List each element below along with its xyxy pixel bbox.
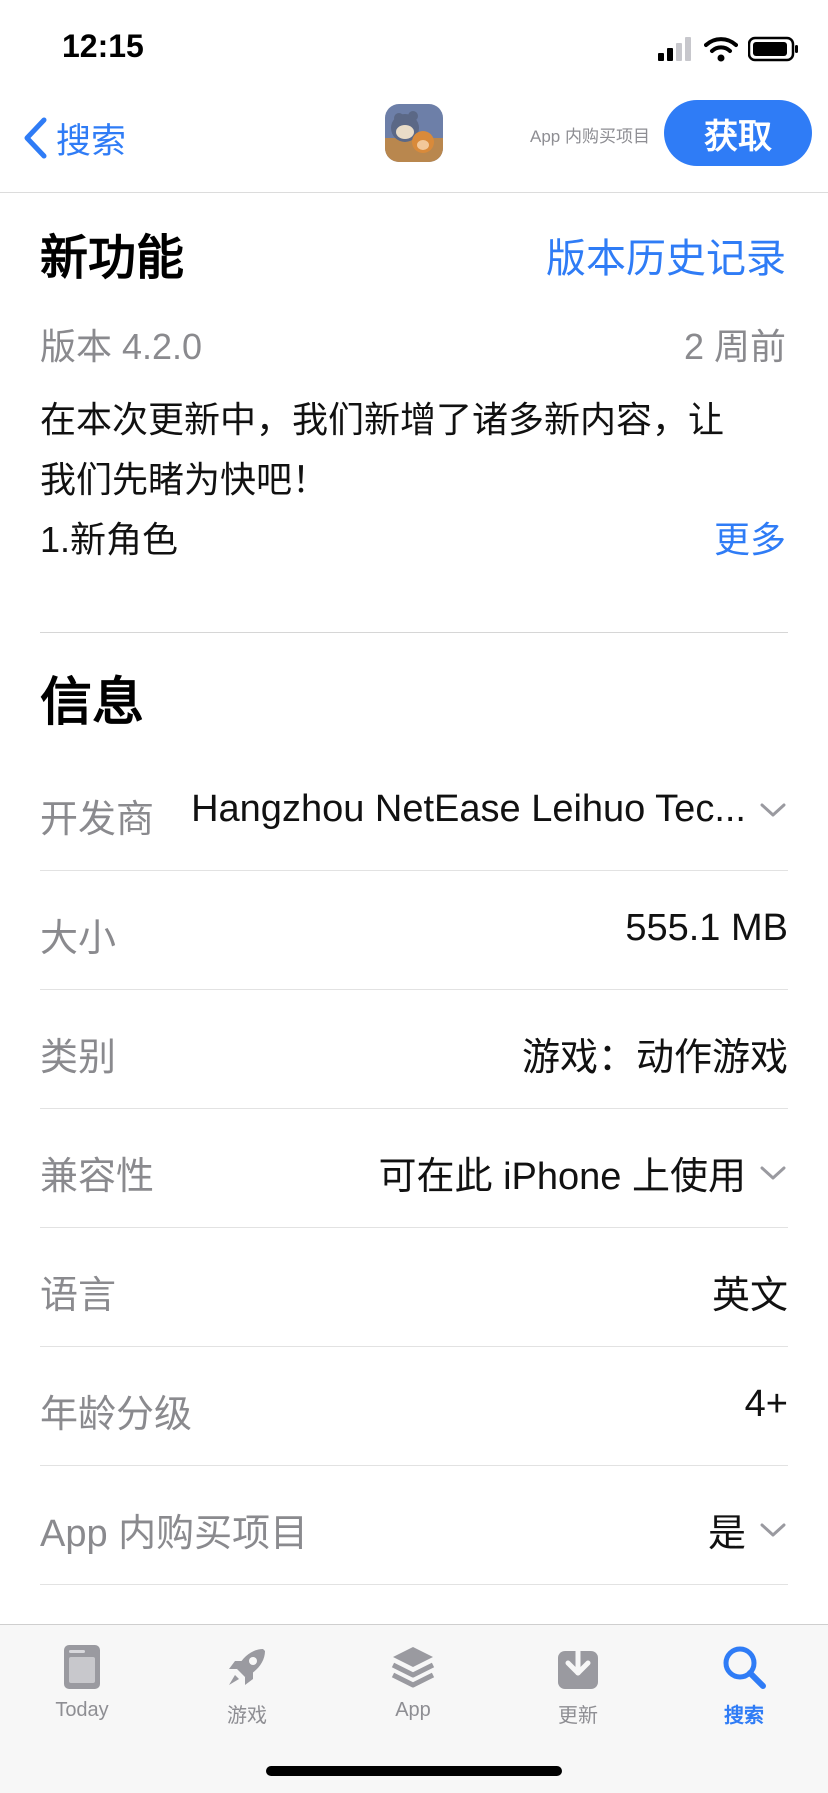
status-bar: 12:15 [0,0,828,96]
info-value: 555.1 MB [625,907,788,949]
release-notes-line: 在本次更新中，我们新增了诸多新内容，让 [40,399,725,440]
app-detail-content: 新功能 版本历史记录 版本 4.2.0 2 周前 在本次更新中，我们新增了诸多新… [0,192,828,570]
chevron-left-icon [24,117,47,159]
info-value: 可在此 iPhone 上使用 [379,1145,786,1200]
tab-search[interactable]: 搜索 [684,1643,804,1728]
more-link[interactable]: 更多 [714,510,786,570]
whats-new-title: 新功能 [40,232,185,285]
tab-label: App [395,1699,431,1721]
info-label: App 内购买项目 [40,1513,309,1555]
chevron-down-icon [760,1166,786,1179]
version-number: 版本 4.2.0 [40,326,203,367]
back-button[interactable]: 搜索 [22,108,126,168]
info-value-text: 是 [707,1513,746,1555]
battery-icon [748,36,798,62]
download-icon [558,1643,598,1689]
tab-label: 游戏 [227,1705,267,1727]
tab-today[interactable]: Today [22,1643,142,1722]
info-label: 语言 [40,1275,117,1317]
version-history-link[interactable]: 版本历史记录 [546,226,786,284]
version-date: 2 周前 [683,326,786,367]
info-value: Hangzhou NetEase Leihuo Tec... [191,788,786,831]
info-label: 大小 [40,918,117,960]
release-notes-line: 我们先睹为快吧！ [40,459,329,500]
version-row: 版本 4.2.0 2 周前 [0,312,828,370]
info-row-compatibility[interactable]: 兼容性 可在此 iPhone 上使用 [40,1109,788,1228]
info-row-size: 大小 555.1 MB [40,871,788,990]
tab-updates[interactable]: 更新 [518,1643,638,1728]
tab-apps[interactable]: App [353,1643,473,1722]
status-icons [658,36,800,62]
apps-stack-icon [391,1647,435,1688]
status-time: 12:15 [62,28,144,64]
release-notes-last-line: 1.新角色 更多 [40,510,788,570]
information-title: 信息 [40,674,145,732]
get-button[interactable]: 获取 [664,100,812,166]
release-notes: 在本次更新中，我们新增了诸多新内容，让 我们先睹为快吧！ 1.新角色 更多 [40,390,788,570]
info-value: 4+ [744,1383,788,1425]
info-row-age-rating: 年龄分级 4+ [40,1347,788,1466]
today-icon [64,1645,100,1689]
rocket-icon [229,1649,265,1685]
info-value-text: Hangzhou NetEase Leihuo Tec... [191,788,746,830]
tab-label: Today [55,1699,109,1721]
info-label: 开发商 [40,799,155,841]
info-label: 类别 [40,1037,117,1079]
info-label: 兼容性 [40,1156,155,1198]
back-button-label: 搜索 [56,121,127,161]
info-row-developer[interactable]: 开发商 Hangzhou NetEase Leihuo Tec... [40,752,788,871]
tab-label: 搜索 [724,1705,764,1727]
chevron-down-icon [760,803,786,816]
info-value: 游戏：动作游戏 [521,1037,788,1079]
info-value: 是 [708,1502,786,1557]
info-value-text: 可在此 iPhone 上使用 [378,1156,746,1198]
tab-games[interactable]: 游戏 [187,1643,307,1728]
app-icon [385,104,443,162]
info-row-in-app-purchases[interactable]: App 内购买项目 是 [40,1466,788,1585]
home-indicator[interactable] [266,1766,562,1776]
search-icon [723,1646,766,1689]
cellular-signal-icon [658,37,691,61]
chevron-down-icon [760,1523,786,1536]
info-value: 英文 [711,1275,788,1317]
tab-label: 更新 [558,1705,598,1727]
info-row-category: 类别 游戏：动作游戏 [40,990,788,1109]
info-row-language: 语言 英文 [40,1228,788,1347]
section-divider [40,632,788,633]
info-label: 年龄分级 [40,1394,193,1436]
release-notes-line: 1.新角色 [40,519,179,560]
navigation-bar: 搜索 App 内购买项目 获取 [0,96,828,193]
in-app-purchase-note: App 内购买项目 [530,127,650,146]
wifi-icon [704,37,738,62]
information-list: 开发商 Hangzhou NetEase Leihuo Tec... 大小 55… [40,752,788,1585]
whats-new-header: 新功能 版本历史记录 [0,192,828,312]
